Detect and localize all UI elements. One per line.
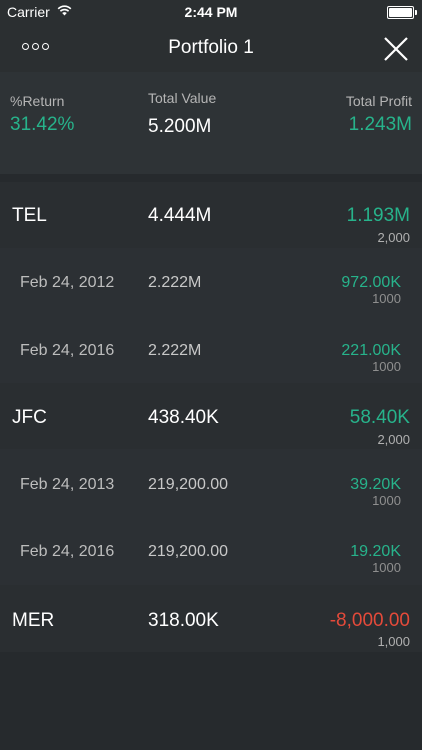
lot-quantity: 1000 — [372, 359, 401, 374]
holding-quantity: 2,000 — [377, 230, 410, 245]
holding-row-tel[interactable]: TEL 4.444M 1.193M 2,000 — [0, 182, 422, 248]
total-value-value: 5.200M — [148, 116, 212, 137]
holding-value: 438.40K — [148, 407, 219, 428]
lot-date: Feb 24, 2016 — [20, 342, 115, 359]
lot-quantity: 1000 — [372, 291, 401, 306]
holding-value: 4.444M — [148, 205, 212, 226]
holding-quantity: 1,000 — [377, 634, 410, 649]
close-icon[interactable] — [381, 34, 411, 64]
lot-quantity: 1000 — [372, 560, 401, 575]
lot-date: Feb 24, 2012 — [20, 274, 115, 291]
lot-quantity: 1000 — [372, 493, 401, 508]
lot-profit: 972.00K — [341, 274, 401, 291]
holding-symbol: TEL — [12, 205, 47, 226]
clock: 2:44 PM — [184, 4, 238, 20]
lot-row[interactable]: Feb 24, 2016 219,200.00 19.20K 1000 — [0, 516, 422, 585]
lot-row[interactable]: Feb 24, 2013 219,200.00 39.20K 1000 — [0, 449, 422, 516]
battery-icon — [387, 6, 417, 19]
lot-value: 219,200.00 — [148, 543, 229, 560]
holding-row-jfc[interactable]: JFC 438.40K 58.40K 2,000 — [0, 383, 422, 449]
lot-value: 219,200.00 — [148, 476, 229, 493]
lot-row[interactable]: Feb 24, 2012 2.222M 972.00K 1000 — [0, 248, 422, 315]
holding-symbol: MER — [12, 610, 55, 631]
holding-row-mer[interactable]: MER 318.00K -8,000.00 1,000 — [0, 585, 422, 652]
page-title: Portfolio 1 — [168, 37, 254, 58]
lot-date: Feb 24, 2013 — [20, 476, 115, 493]
total-profit-value: 1.243M — [348, 114, 412, 135]
total-profit-label: Total Profit — [345, 93, 412, 109]
holding-quantity: 2,000 — [377, 432, 410, 447]
navigation-bar: Portfolio 1 — [0, 24, 422, 72]
total-value-label: Total Value — [148, 90, 217, 106]
lot-row[interactable]: Feb 24, 2016 2.222M 221.00K 1000 — [0, 315, 422, 383]
lot-profit: 221.00K — [341, 342, 401, 359]
return-label: %Return — [10, 93, 65, 109]
lot-profit: 39.20K — [350, 476, 401, 493]
holding-profit: 58.40K — [349, 407, 410, 428]
lot-profit: 19.20K — [350, 543, 401, 560]
holding-symbol: JFC — [12, 407, 47, 428]
holding-profit: 1.193M — [346, 205, 410, 226]
lot-value: 2.222M — [148, 342, 202, 359]
holding-profit: -8,000.00 — [329, 610, 410, 631]
lot-value: 2.222M — [148, 274, 202, 291]
holding-value: 318.00K — [148, 610, 219, 631]
status-bar: Carrier 2:44 PM — [0, 0, 422, 24]
lot-date: Feb 24, 2016 — [20, 543, 115, 560]
return-value: 31.42% — [10, 114, 75, 135]
portfolio-summary: %Return 31.42% Total Value 5.200M Total … — [0, 72, 422, 174]
